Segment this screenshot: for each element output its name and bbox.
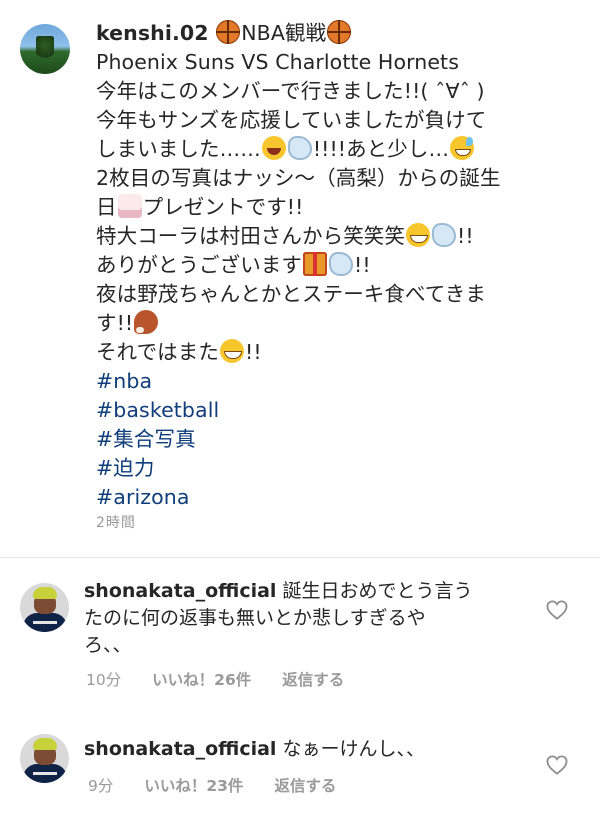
post-timestamp: 2時間 [96, 515, 136, 531]
comment-line: shonakata_official 誕生日おめでとう言う [84, 578, 514, 605]
commenter-avatar[interactable] [20, 734, 69, 783]
avatar-shirt [23, 764, 67, 783]
comment-meta: 9分 いいね！23件 返信する [88, 774, 362, 796]
caption-line-3: 今年はこのメンバーで行きました!!( ˆ∀ˆ ) [96, 79, 485, 103]
caption-text: しまいました…… [96, 137, 261, 161]
caption-line-9: ありがとうございます!! [96, 251, 586, 280]
commenter-avatar[interactable] [20, 583, 69, 632]
caption-text: !! [245, 340, 262, 364]
caption-line-11: す!! [96, 309, 586, 338]
basketball-icon [327, 20, 352, 44]
reply-button[interactable]: 返信する [282, 671, 344, 689]
author-avatar[interactable] [20, 24, 70, 74]
dash-icon [329, 252, 353, 276]
comment-time: 10分 [86, 671, 122, 689]
avatar-shirt [23, 613, 67, 632]
avatar-hair [33, 738, 57, 750]
sweat-smile-icon [450, 136, 475, 160]
comment-text: shonakata_official 誕生日おめでとう言う たのに何の返事も無い… [84, 578, 514, 659]
avatar-tree-silhouette [36, 36, 54, 60]
divider [0, 557, 600, 558]
grinning-icon [406, 223, 430, 247]
caption: kenshi.02 NBA観戦 Phoenix Suns VS Charlott… [96, 19, 586, 512]
caption-text: 特大コーラは村田さんから笑笑笑 [96, 224, 405, 248]
caption-line-7: 日 プレゼントです!! [96, 193, 586, 222]
caption-line-10: 夜は野茂ちゃんとかとステーキ食べてきま [96, 282, 486, 306]
birthday-cake-icon [117, 194, 142, 218]
dash-icon [432, 223, 456, 247]
like-heart-icon[interactable] [546, 755, 568, 775]
caption-line-1: kenshi.02 NBA観戦 [96, 19, 586, 48]
meat-on-bone-icon [134, 310, 159, 334]
like-heart-icon[interactable] [546, 600, 568, 620]
comment-line: たのに何の返事も無いとか悲しすぎるや [84, 607, 426, 629]
hashtag-link[interactable]: #迫力 [96, 454, 586, 483]
caption-text: 日 [96, 195, 117, 219]
comment-line: ろ、、 [84, 634, 132, 656]
caption-text: プレゼントです!! [142, 195, 304, 219]
comment-time: 9分 [88, 777, 114, 795]
caption-text: !!!!あと少し… [312, 137, 450, 161]
caption-text: す!! [96, 311, 134, 335]
comment-likes[interactable]: いいね！23件 [144, 777, 243, 795]
dash-icon [287, 136, 312, 160]
avatar-hair [33, 587, 57, 599]
comment-meta: 10分 いいね！26件 返信する [86, 668, 370, 690]
commenter-username[interactable]: shonakata_official [84, 738, 276, 760]
caption-line-5: しまいました…… !!!!あと少し… [96, 135, 586, 164]
comment-likes[interactable]: いいね！26件 [152, 671, 251, 689]
comment-body: 誕生日おめでとう言う [282, 580, 473, 602]
comment-line: shonakata_official なぁーけんし、、 [84, 736, 514, 763]
hashtag-link[interactable]: #nba [96, 367, 586, 396]
caption-nba-watch: NBA観戦 [241, 21, 327, 45]
comment-text: shonakata_official なぁーけんし、、 [84, 736, 514, 763]
author-username[interactable]: kenshi.02 [96, 21, 209, 45]
comment-body: なぁーけんし、、 [282, 738, 426, 760]
caption-line-2: Phoenix Suns VS Charlotte Hornets [96, 50, 459, 74]
caption-line-12: それではまた!! [96, 338, 586, 367]
grinning-icon [220, 339, 244, 363]
caption-text: !! [457, 224, 474, 248]
gift-icon [303, 252, 327, 276]
basketball-icon [216, 20, 241, 44]
hashtag-link[interactable]: #集合写真 [96, 425, 586, 454]
hashtag-link[interactable]: #arizona [96, 483, 586, 512]
post-caption-block: kenshi.02 NBA観戦 Phoenix Suns VS Charlott… [0, 0, 600, 558]
caption-line-6: 2枚目の写真はナッシ〜（高梨）からの誕生 [96, 166, 501, 190]
commenter-username[interactable]: shonakata_official [84, 580, 276, 602]
caption-text: !! [354, 253, 371, 277]
caption-text: それではまた [96, 340, 219, 364]
hashtag-link[interactable]: #basketball [96, 396, 586, 425]
caption-line-4: 今年もサンズを応援していましたが負けて [96, 108, 487, 132]
tears-of-joy-icon [261, 136, 286, 160]
reply-button[interactable]: 返信する [274, 777, 336, 795]
caption-line-8: 特大コーラは村田さんから笑笑笑!! [96, 222, 586, 251]
caption-text: ありがとうございます [96, 253, 302, 277]
